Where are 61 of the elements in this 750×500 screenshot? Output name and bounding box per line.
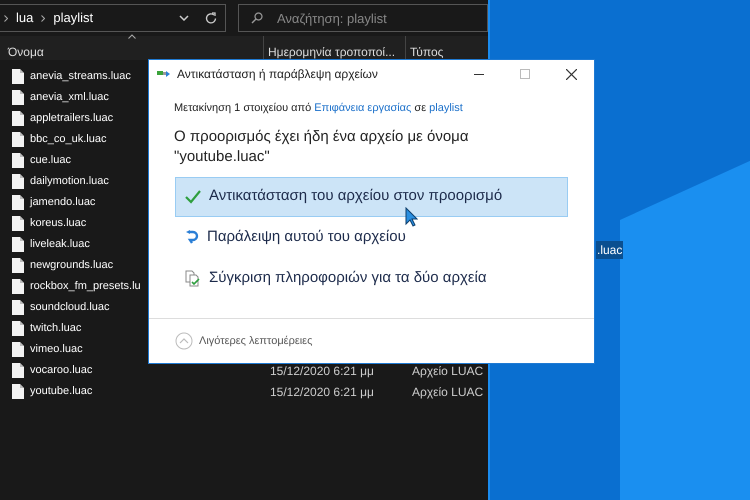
file-icon (12, 195, 24, 210)
breadcrumb-item[interactable]: playlist (53, 8, 94, 28)
desktop-icon-label[interactable]: .luac (596, 241, 624, 259)
file-icon (12, 174, 24, 189)
file-icon (12, 216, 24, 231)
file-type: Αρχείο LUAC (411, 362, 484, 380)
file-date: 15/12/2020 6:21 μμ (269, 362, 375, 380)
close-icon (566, 68, 576, 80)
breadcrumb-item[interactable]: lua (16, 8, 34, 28)
file-icon (12, 153, 24, 168)
file-icon (12, 384, 24, 399)
file-icon (12, 363, 24, 378)
sort-caret-icon (128, 34, 136, 39)
compare-files-icon (185, 270, 201, 287)
file-name[interactable]: newgrounds.luac (30, 257, 114, 274)
file-name[interactable]: koreus.luac (30, 215, 86, 232)
file-name[interactable]: soundcloud.luac (30, 299, 110, 316)
file-name[interactable]: twitch.luac (30, 320, 82, 337)
column-header[interactable]: Τύπος (406, 36, 444, 60)
source-link[interactable]: Επιφάνεια εργασίας (314, 102, 412, 114)
file-icon (12, 111, 24, 126)
dialog-title: Αντικατάσταση ή παράβλεψη αρχείων (177, 66, 378, 83)
chevron-icon (4, 14, 8, 22)
target-link[interactable]: playlist (429, 102, 463, 114)
mouse-cursor-icon (405, 207, 418, 227)
file-name[interactable]: anevia_streams.luac (30, 68, 131, 85)
search-icon (251, 12, 263, 24)
file-icon (12, 300, 24, 315)
file-name[interactable]: bbc_co_uk.luac (30, 131, 106, 148)
undo-arrow-icon (185, 230, 199, 245)
address-bar[interactable]: lua playlist (0, 4, 226, 32)
file-name[interactable]: anevia_xml.luac (30, 89, 109, 106)
move-summary: Μετακίνηση 1 στοιχείου από Επιφάνεια εργασίας σε playlist (174, 101, 464, 116)
file-name[interactable]: jamendo.luac (30, 194, 96, 211)
file-name[interactable]: vimeo.luac (30, 341, 83, 358)
file-date: 15/12/2020 6:21 μμ (269, 384, 375, 400)
file-icon (12, 90, 24, 105)
move-files-icon (157, 69, 171, 79)
dropdown-icon[interactable] (179, 15, 189, 21)
file-icon (12, 321, 24, 336)
file-icon (12, 132, 24, 147)
refresh-icon[interactable] (205, 12, 217, 24)
file-name[interactable]: liveleak.luac (30, 236, 90, 253)
choice-option[interactable]: Αντικατάσταση του αρχείου στον προορισμό (175, 176, 568, 216)
file-name[interactable]: dailymotion.luac (30, 173, 109, 190)
file-name[interactable]: cue.luac (30, 152, 71, 169)
file-icon (12, 279, 24, 294)
file-icon (12, 342, 24, 357)
file-icon (12, 237, 24, 252)
less-details-link[interactable]: Λιγότερες λεπτομέρειες (199, 332, 312, 350)
chevron-icon (41, 14, 46, 22)
file-icon (12, 69, 24, 84)
conflict-heading: Ο προορισμός έχει ήδη ένα αρχείο με όνομα "youtube.luac" (174, 126, 470, 166)
file-name[interactable]: appletrailers.luac (30, 110, 114, 127)
file-name[interactable]: vocaroo.luac (30, 362, 92, 379)
file-name[interactable]: youtube.luac (30, 383, 92, 400)
search-field[interactable]: Αναζήτηση: playlist (238, 4, 488, 32)
file-name[interactable]: rockbox_fm_presets.lu (30, 278, 141, 295)
file-icon (12, 258, 24, 273)
file-type: Αρχείο LUAC (411, 384, 484, 400)
checkmark-icon (185, 190, 201, 204)
